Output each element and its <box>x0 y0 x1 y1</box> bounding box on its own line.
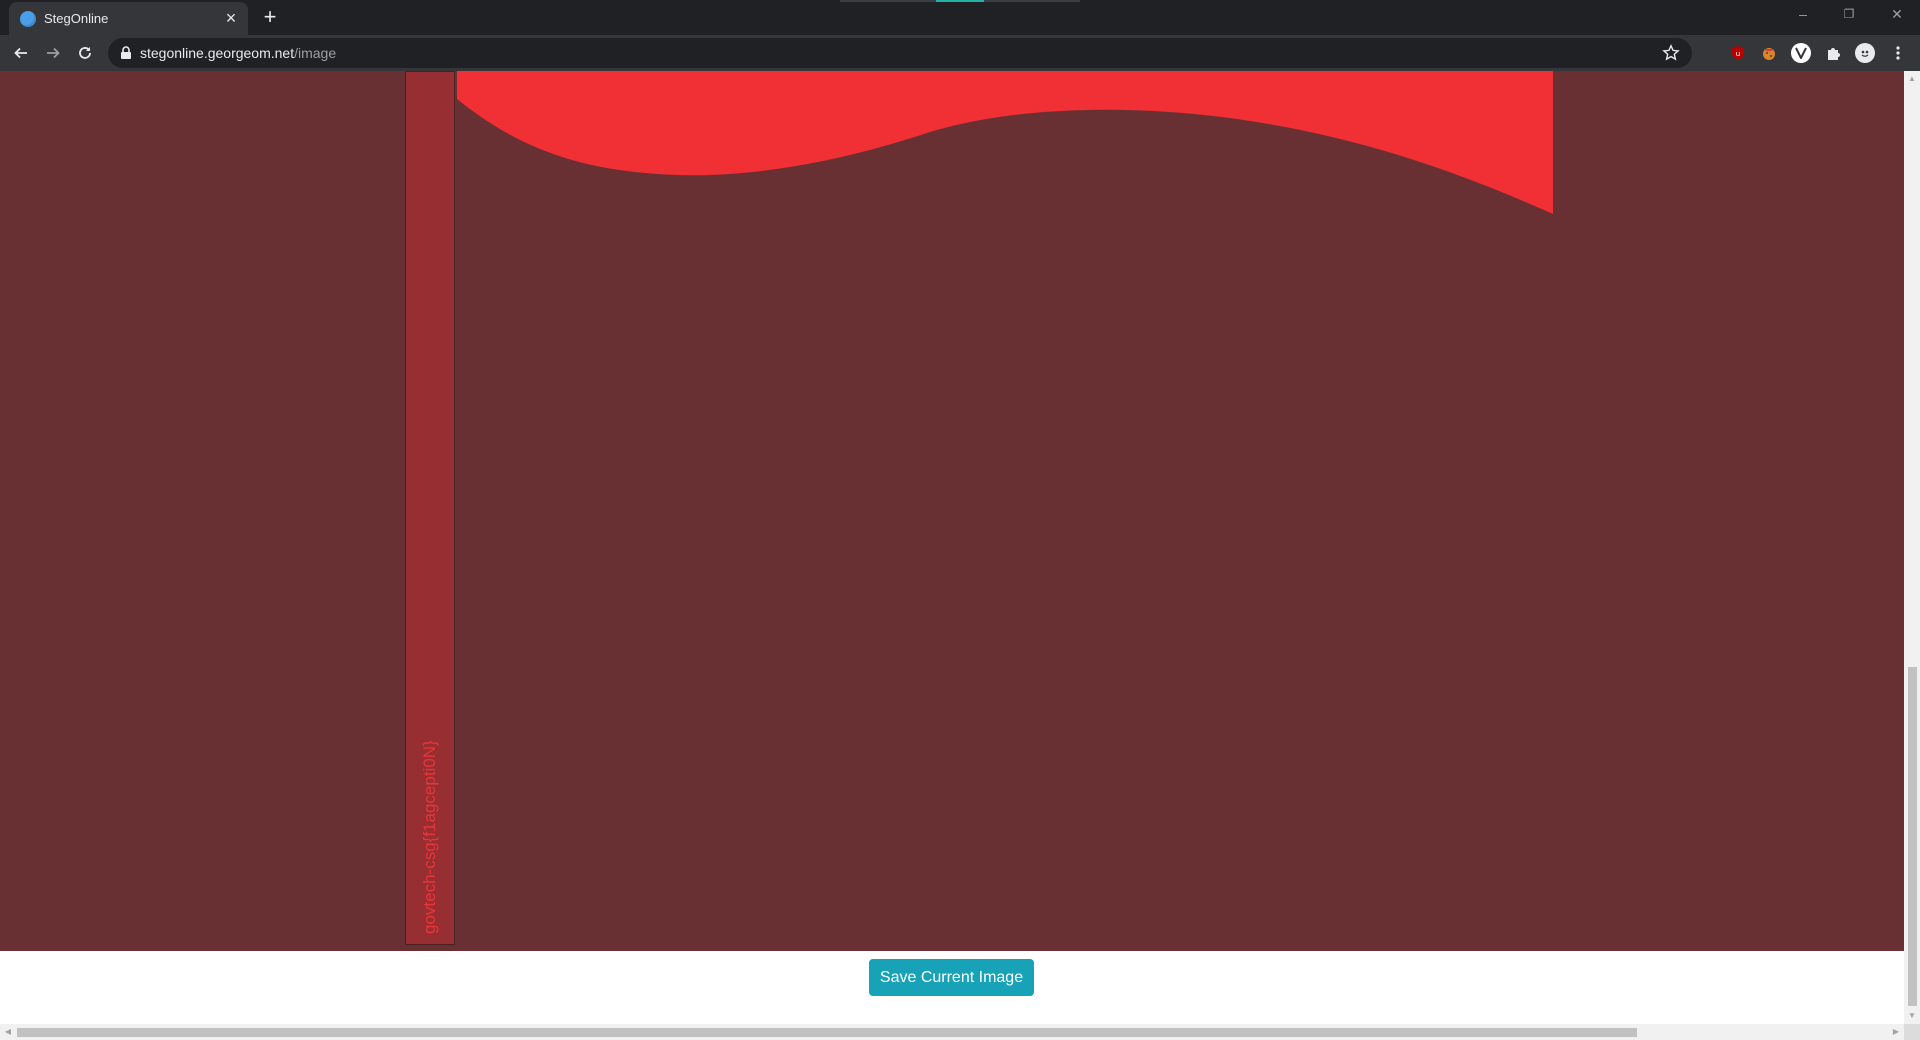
cookie-icon <box>1763 48 1775 60</box>
horizontal-scroll-thumb[interactable] <box>17 1028 1637 1037</box>
vertical-scrollbar[interactable]: ▲ ▼ <box>1904 71 1920 1024</box>
tab-stegonline[interactable]: StegOnline × <box>9 2 248 35</box>
restore-button[interactable]: ❐ <box>1826 0 1872 30</box>
scrollbar-corner <box>1904 1024 1920 1040</box>
forward-button[interactable] <box>39 39 67 67</box>
horizontal-scrollbar[interactable]: ◀ ▶ <box>0 1024 1904 1040</box>
tab-title: StegOnline <box>44 11 109 26</box>
kebab-menu-icon <box>1896 46 1900 60</box>
scroll-left-arrow-icon[interactable]: ◀ <box>0 1024 16 1040</box>
stego-image-canvas: govtech-csg{f1agcepti0N} <box>0 71 1904 951</box>
bookmark-star-icon[interactable] <box>1662 44 1680 62</box>
extensions-puzzle-button[interactable] <box>1823 43 1843 63</box>
cookie-extension-icon[interactable] <box>1759 43 1779 63</box>
hidden-flag-text-label: govtech-csg{f1agcepti0N} <box>420 740 439 934</box>
url-text: stegonline.georgeom.net/image <box>140 45 336 61</box>
scroll-up-arrow-icon[interactable]: ▲ <box>1904 71 1920 87</box>
address-bar[interactable]: stegonline.georgeom.net/image <box>108 38 1692 68</box>
reload-button[interactable] <box>71 39 99 67</box>
red-flag-shape <box>457 71 1553 214</box>
new-tab-button[interactable]: + <box>258 6 282 30</box>
save-current-image-button[interactable]: Save Current Image <box>869 959 1034 996</box>
puzzle-icon <box>1828 48 1840 60</box>
tab-close-icon[interactable]: × <box>222 9 240 28</box>
arrow-left-icon <box>14 47 27 59</box>
browser-menu-button[interactable] <box>1888 43 1908 63</box>
tab-strip: StegOnline × + – ❐ ✕ <box>0 0 1920 35</box>
url-path: /image <box>294 45 337 61</box>
close-window-button[interactable]: ✕ <box>1874 0 1920 30</box>
vpn-extension-icon[interactable] <box>1791 43 1811 63</box>
globe-favicon-icon <box>20 11 36 27</box>
minimize-button[interactable]: – <box>1780 0 1826 30</box>
hidden-flag-text: govtech-csg{f1agcepti0N} <box>420 740 439 934</box>
ublock-origin-icon[interactable]: u <box>1728 43 1748 63</box>
scroll-down-arrow-icon[interactable]: ▼ <box>1904 1008 1920 1024</box>
ublock-shield-icon: u <box>1732 46 1744 60</box>
arrow-right-icon <box>47 47 60 59</box>
scroll-right-arrow-icon[interactable]: ▶ <box>1888 1024 1904 1040</box>
browser-toolbar: stegonline.georgeom.net/image u <box>0 35 1920 71</box>
page-viewport: govtech-csg{f1agcepti0N} Save Current Im… <box>0 71 1904 1024</box>
vertical-scroll-thumb[interactable] <box>1908 667 1917 1006</box>
svg-text:u: u <box>1736 50 1740 58</box>
profile-avatar-button[interactable] <box>1855 43 1875 63</box>
profile-avatar-icon <box>1861 50 1869 57</box>
v-logo-icon <box>1795 47 1807 59</box>
tab-drag-indicator-accent <box>936 0 984 2</box>
back-button[interactable] <box>7 39 35 67</box>
reload-icon <box>79 47 91 59</box>
lock-icon <box>121 46 131 59</box>
url-host: stegonline.georgeom.net <box>140 45 295 61</box>
